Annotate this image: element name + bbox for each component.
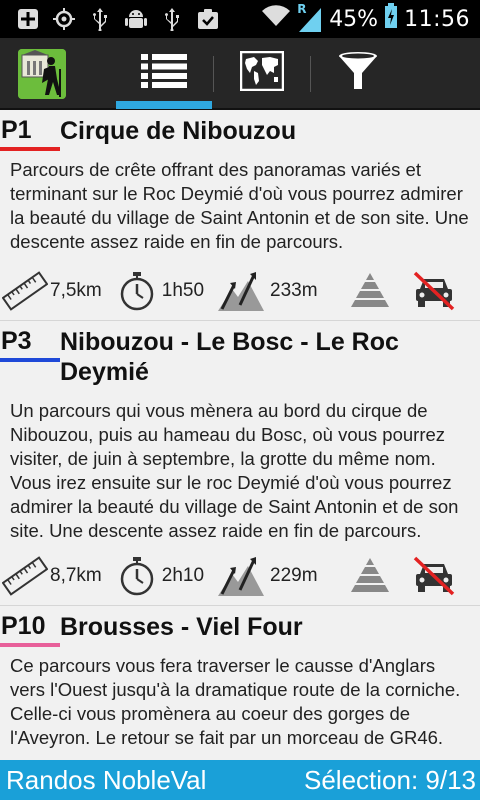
car-access-stat: [412, 262, 456, 320]
map-icon: [239, 50, 285, 95]
bottom-bar: Randos NobleVal Sélection: 9/13: [0, 760, 480, 800]
duration-stat: 2h10: [118, 547, 204, 605]
battery-percent: 45%: [329, 6, 379, 32]
distance-value: 7,5km: [50, 280, 102, 301]
route-color-bar: [0, 643, 60, 647]
notification-icons: [10, 0, 226, 38]
route-color-bar: [0, 147, 60, 151]
distance-stat: 8,7km: [2, 547, 102, 605]
action-bar: [0, 38, 480, 110]
route-stats: 7,5km 1h50 233m: [0, 262, 480, 320]
system-icons: R 45% 11:56: [261, 0, 470, 38]
route-description: Un parcours qui vous mènera au bord du c…: [10, 400, 459, 541]
elevation-value: 229m: [270, 565, 318, 586]
gps-icon: [46, 0, 82, 38]
app-logo-icon[interactable]: [18, 49, 66, 99]
status-bar: R 45% 11:56: [0, 0, 480, 38]
network-type-label: R: [297, 2, 307, 16]
route-title: Nibouzou - Le Bosc - Le Roc Deymié: [60, 328, 399, 386]
ruler-icon: [2, 556, 48, 596]
stopwatch-icon: [118, 556, 156, 596]
duration-value: 1h50: [161, 280, 205, 301]
ruler-icon: [2, 271, 48, 311]
clock: 11:56: [404, 6, 470, 32]
stopwatch-icon: [118, 271, 156, 311]
list-item[interactable]: P3 Nibouzou - Le Bosc - Le Roc Deymié Un…: [0, 321, 480, 606]
list-item[interactable]: P1 Cirque de Nibouzou Parcours de crête …: [0, 110, 480, 321]
tab-filter[interactable]: [310, 38, 406, 108]
route-code: P3: [1, 327, 32, 355]
tab-map[interactable]: [214, 38, 310, 108]
elevation-icon: [218, 271, 265, 311]
route-description: Ce parcours vous fera traverser le causs…: [10, 655, 461, 748]
difficulty-pyramid-icon: [348, 271, 392, 311]
difficulty-stat: [348, 547, 392, 605]
car-access-stat: [412, 547, 456, 605]
distance-value: 8,7km: [50, 565, 102, 586]
signal-icon: R: [297, 2, 323, 33]
selection-count: Sélection: 9/13: [303, 765, 476, 795]
elevation-value: 233m: [270, 280, 318, 301]
usb-icon: [154, 0, 190, 38]
app-name: Randos NobleVal: [6, 765, 207, 795]
route-description: Parcours de crête offrant des panoramas …: [10, 159, 469, 252]
route-stats: 8,7km 2h10 229m: [0, 547, 480, 605]
route-list[interactable]: P1 Cirque de Nibouzou Parcours de crête …: [0, 110, 480, 760]
android-debug-icon: [118, 0, 154, 38]
list-icon: [141, 54, 187, 92]
distance-stat: 7,5km: [2, 262, 102, 320]
no-car-icon: [412, 271, 456, 311]
route-color-bar: [0, 358, 60, 362]
selected-tab-indicator: [116, 101, 212, 109]
route-title: Brousses - Viel Four: [60, 613, 303, 641]
filter-icon: [338, 51, 378, 95]
route-title: Cirque de Nibouzou: [60, 117, 297, 145]
list-item[interactable]: P10 Brousses - Viel Four Ce parcours vou…: [0, 606, 480, 760]
difficulty-stat: [348, 262, 392, 320]
elevation-stat: 229m: [218, 547, 318, 605]
elevation-icon: [218, 556, 265, 596]
duration-value: 2h10: [161, 565, 205, 586]
wifi-icon: [261, 4, 291, 34]
usb-icon: [82, 0, 118, 38]
item-header: P10 Brousses - Viel Four: [0, 606, 480, 642]
duration-stat: 1h50: [118, 262, 204, 320]
tab-list[interactable]: [116, 38, 212, 108]
add-icon: [10, 0, 46, 38]
route-code: P1: [1, 116, 32, 144]
download-done-icon: [190, 0, 226, 38]
item-header: P1 Cirque de Nibouzou: [0, 110, 480, 146]
elevation-stat: 233m: [218, 262, 318, 320]
item-header: P3 Nibouzou - Le Bosc - Le Roc Deymié: [0, 321, 480, 387]
route-code: P10: [1, 612, 46, 640]
difficulty-pyramid-icon: [348, 556, 392, 596]
no-car-icon: [412, 556, 456, 596]
battery-charging-icon: [384, 3, 398, 35]
